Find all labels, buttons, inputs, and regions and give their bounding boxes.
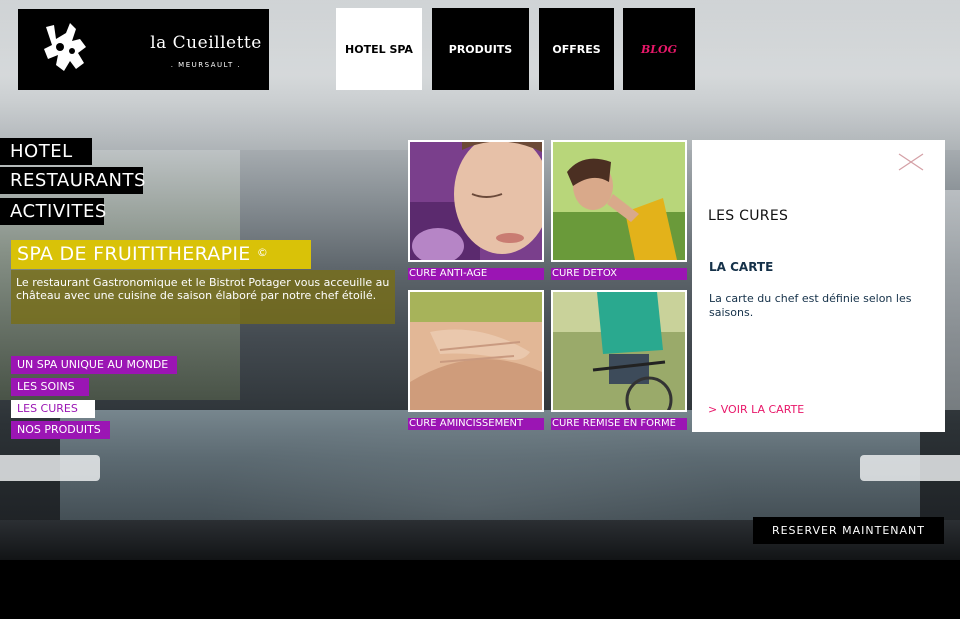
cure-image-bicycle [551, 290, 687, 412]
panel-subtitle: LA CARTE [709, 260, 774, 274]
nav-hotel[interactable]: HOTEL [0, 138, 92, 165]
cure-image-massage [408, 290, 544, 412]
cure-label-detox: CURE DETOX [551, 268, 687, 280]
spa-title-mark: © [256, 246, 269, 259]
footer-band [0, 560, 960, 619]
panel-title: LES CURES [708, 208, 789, 224]
lounger-right [860, 455, 960, 481]
nav-activites[interactable]: ACTIVITES [0, 198, 106, 225]
voir-la-carte-link[interactable]: > VOIR LA CARTE [708, 403, 804, 416]
logo[interactable]: la Cueillette . MEURSAULT . [18, 9, 269, 90]
tab-offres[interactable]: OFFRES [539, 8, 614, 90]
lounger-left [0, 455, 100, 481]
spa-title: SPA DE FRUITITHERAPIE © [11, 240, 311, 269]
bicycle-rider-icon [553, 292, 685, 410]
cure-card-anti-age[interactable]: CURE ANTI-AGE [408, 140, 544, 280]
subnav-les-soins[interactable]: LES SOINS [11, 378, 89, 396]
nav-restaurants[interactable]: RESTAURANTS [0, 167, 145, 194]
subnav-les-cures[interactable]: LES CURES [11, 400, 95, 418]
tab-blog[interactable]: BLOG [623, 8, 695, 90]
tab-hotel-spa[interactable]: HOTEL SPA [336, 8, 422, 90]
cure-card-amincissement[interactable]: CURE AMINCISSEMENT [408, 290, 544, 430]
subnav-nos-produits[interactable]: NOS PRODUITS [11, 421, 110, 439]
panel-description: La carte du chef est définie selon les s… [709, 292, 912, 319]
face-photo-icon [410, 142, 542, 260]
brand-mark-icon [44, 23, 86, 71]
reserve-button[interactable]: RESERVER MAINTENANT [753, 517, 944, 544]
cure-card-detox[interactable]: CURE DETOX [551, 140, 687, 280]
cure-image-sun [551, 140, 687, 262]
cure-card-remise-en-forme[interactable]: CURE REMISE EN FORME [551, 290, 687, 430]
spa-title-text: SPA DE FRUITITHERAPIE [17, 243, 251, 265]
close-icon[interactable] [897, 152, 925, 172]
cure-label-amincissement: CURE AMINCISSEMENT [408, 418, 544, 430]
subnav-spa-unique[interactable]: UN SPA UNIQUE AU MONDE [11, 356, 177, 374]
cure-label-anti-age: CURE ANTI-AGE [408, 268, 544, 280]
brand-place: . MEURSAULT . [170, 61, 242, 69]
massage-photo-icon [410, 292, 542, 410]
cure-label-remise-en-forme: CURE REMISE EN FORME [551, 418, 687, 430]
cure-image-face [408, 140, 544, 262]
brand-name: la Cueillette [150, 33, 262, 53]
cures-info-panel: LES CURES LA CARTE La carte du chef est … [692, 140, 945, 432]
woman-sunlight-icon [553, 142, 685, 260]
tab-produits[interactable]: PRODUITS [432, 8, 529, 90]
spa-description: Le restaurant Gastronomique et le Bistro… [11, 270, 395, 324]
